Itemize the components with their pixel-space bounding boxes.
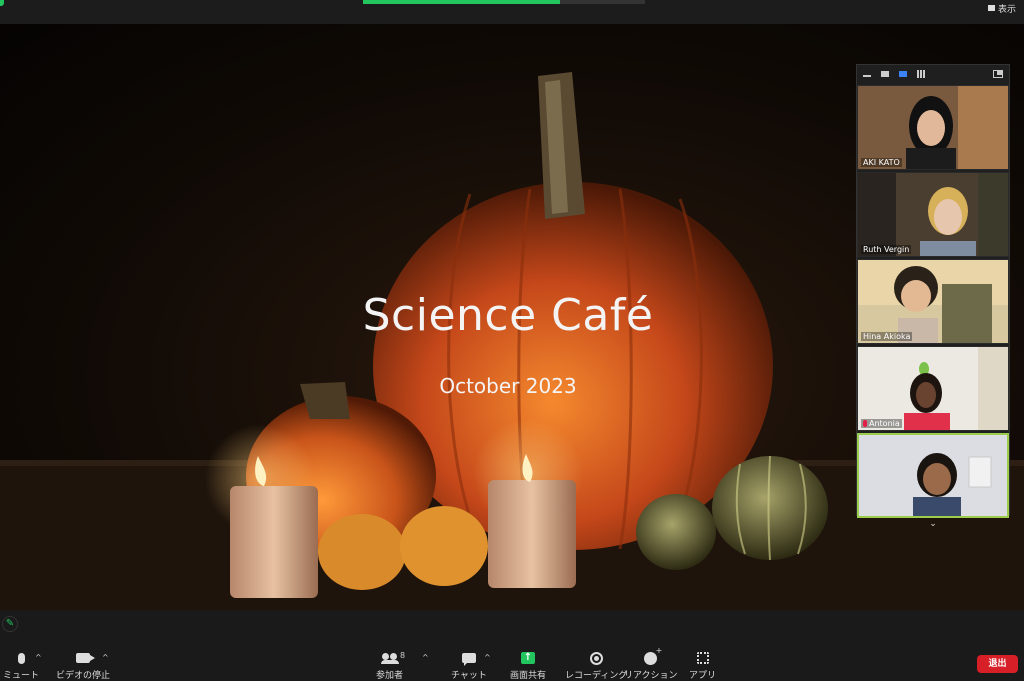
participants-button[interactable]: 参加者	[376, 650, 403, 681]
share-label: 画面共有	[510, 671, 547, 681]
gallery-header	[857, 65, 1009, 83]
pop-out-icon[interactable]	[993, 70, 1003, 78]
audio-options-caret[interactable]: ^	[35, 653, 42, 662]
participant-name: Antonia	[861, 419, 902, 428]
reaction-icon	[644, 646, 662, 665]
apps-label: アプリ	[689, 671, 717, 681]
video-camera-icon	[76, 653, 95, 663]
chat-label: チャット	[451, 671, 487, 681]
muted-mic-icon	[863, 420, 867, 427]
participant-tile-active-speaker[interactable]	[857, 433, 1009, 518]
chat-icon	[461, 653, 476, 666]
record-button[interactable]: レコーディング	[565, 650, 627, 681]
share-status-fill	[363, 0, 561, 4]
microphone-icon	[17, 652, 25, 664]
minimize-icon[interactable]	[863, 71, 871, 77]
pencil-icon[interactable]: ✎	[2, 616, 18, 632]
participants-icon	[380, 652, 399, 664]
view-icon	[987, 5, 995, 11]
share-screen-icon: ↑	[521, 652, 535, 664]
participant-tile[interactable]: Ruth Vergin	[857, 172, 1009, 257]
leave-button[interactable]: 退出	[977, 655, 1018, 673]
meeting-toolbar: ✎ ミュート ^ ビデオの停止 ^ 参加者 8 ^ チャット ^ ↑ 画面共有 …	[0, 610, 1024, 681]
chat-button[interactable]: チャット	[451, 650, 487, 681]
reactions-button[interactable]: リアクション	[624, 646, 678, 681]
share-screen-button[interactable]: ↑ 画面共有	[510, 650, 546, 681]
participant-name: AKI KATO	[861, 158, 902, 167]
reaction-label: リアクション	[624, 671, 678, 681]
security-indicator[interactable]	[0, 0, 4, 6]
view-button[interactable]: 表示	[987, 1, 1016, 15]
record-icon	[589, 651, 603, 665]
strip-view-icon[interactable]	[899, 71, 907, 77]
record-label: レコーディング	[565, 671, 628, 681]
view-label: 表示	[997, 4, 1016, 15]
mute-label: ミュート	[3, 671, 40, 681]
gallery-scroll-down[interactable]: ⌄	[857, 518, 1009, 532]
video-label: ビデオの停止	[56, 671, 111, 681]
chat-options-caret[interactable]: ^	[484, 653, 491, 662]
participants-count: 8	[400, 651, 406, 660]
share-status-bar	[363, 0, 645, 4]
participant-name: Hina Akioka	[861, 332, 913, 341]
meeting-top-bar: 表示	[0, 0, 1024, 24]
grid-view-icon[interactable]	[917, 70, 926, 78]
mute-button[interactable]: ミュート	[3, 650, 39, 681]
single-view-icon[interactable]	[881, 71, 889, 77]
video-gallery-strip: AKI KATO Ruth Vergin Hina Akioka Antonia…	[856, 64, 1010, 529]
participant-tile[interactable]: Antonia	[857, 346, 1009, 431]
participants-label: 参加者	[376, 671, 404, 681]
apps-icon	[696, 652, 709, 664]
apps-button[interactable]: アプリ	[689, 650, 716, 681]
participant-tile[interactable]: AKI KATO	[857, 85, 1009, 170]
participant-video	[859, 435, 1007, 516]
participant-tile[interactable]: Hina Akioka	[857, 259, 1009, 344]
video-options-caret[interactable]: ^	[102, 653, 109, 662]
participant-name: Ruth Vergin	[861, 245, 912, 254]
participants-options-caret[interactable]: ^	[422, 653, 429, 662]
